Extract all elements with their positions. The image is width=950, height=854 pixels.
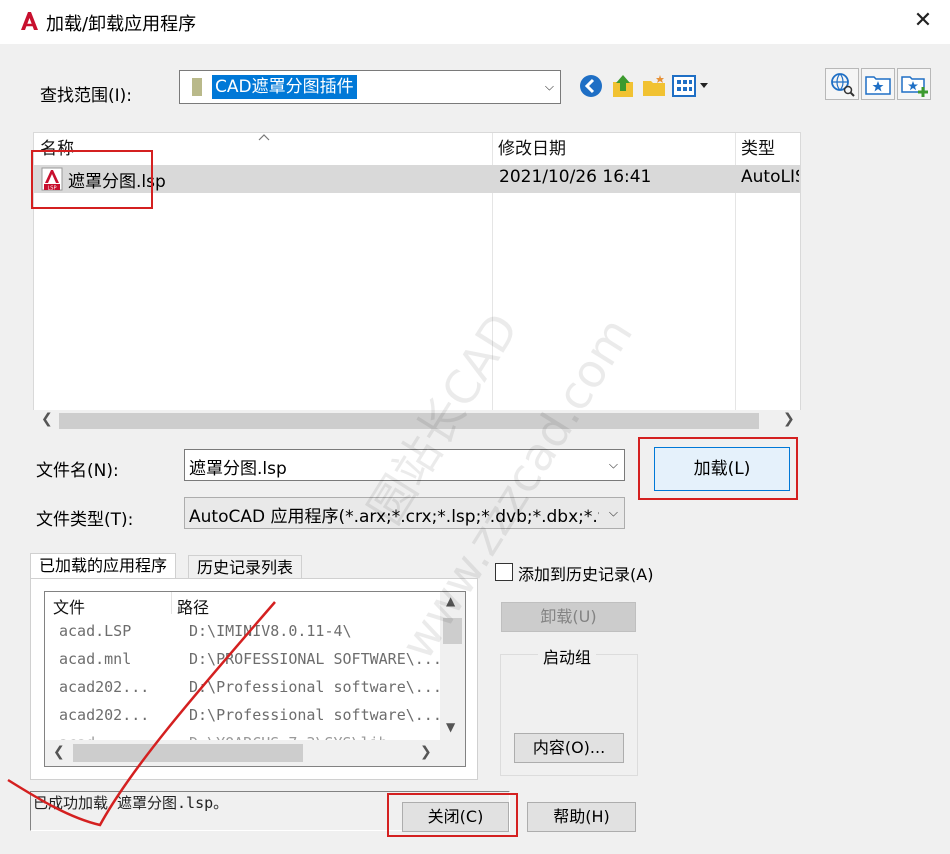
add-favorite-button[interactable]: [897, 68, 931, 100]
autocad-logo-icon: [21, 12, 38, 30]
lookin-combobox[interactable]: CAD遮罩分图插件 ⌵: [179, 70, 561, 104]
scroll-right-icon[interactable]: ❯: [420, 744, 432, 760]
filename-label: 文件名(N):: [36, 461, 119, 481]
annotation-box-file: [31, 150, 153, 209]
annotation-box-close: [387, 793, 518, 837]
sort-ascending-icon: [258, 134, 270, 141]
startup-group-label: 启动组: [538, 644, 597, 668]
web-search-button[interactable]: [825, 68, 859, 100]
close-icon[interactable]: ✕: [908, 6, 938, 36]
add-history-label[interactable]: 添加到历史记录(A): [518, 561, 653, 585]
file-modified: 2021/10/26 16:41: [499, 167, 652, 187]
scroll-left-icon[interactable]: ❮: [41, 411, 53, 427]
filename-value: 遮罩分图.lsp: [189, 459, 287, 479]
column-header-modified[interactable]: 修改日期: [492, 133, 735, 165]
tab-loaded-apps[interactable]: 已加载的应用程序: [30, 553, 177, 580]
title-bar[interactable]: 加载/卸载应用程序 ✕: [0, 0, 950, 44]
view-menu-icon[interactable]: [672, 74, 712, 98]
unload-button[interactable]: 卸载(U): [501, 602, 636, 632]
annotation-checkmark: [7, 601, 276, 827]
window-title: 加载/卸载应用程序: [46, 14, 197, 35]
back-icon[interactable]: [578, 73, 604, 99]
new-folder-icon[interactable]: [641, 73, 667, 99]
filetype-label: 文件类型(T):: [36, 510, 134, 530]
contents-button[interactable]: 内容(O)...: [514, 733, 624, 763]
help-button[interactable]: 帮助(H): [527, 802, 636, 832]
chevron-down-icon[interactable]: ⌵: [609, 458, 618, 473]
chevron-down-icon: ⌵: [608, 505, 618, 520]
add-to-favorites-icon: [901, 76, 928, 97]
folder-icon: [192, 78, 202, 96]
up-folder-icon[interactable]: [610, 72, 636, 100]
lookin-value: CAD遮罩分图插件: [212, 75, 357, 99]
lookin-label: 查找范围(I):: [40, 86, 133, 106]
chevron-down-icon: ⌵: [544, 79, 554, 94]
favorites-button[interactable]: [861, 68, 895, 100]
star-folder-icon: [865, 76, 891, 95]
column-header-type[interactable]: 类型: [735, 133, 801, 165]
scroll-down-icon[interactable]: ▼: [446, 720, 455, 734]
annotation-box-load: [638, 437, 798, 500]
file-type: AutoLIS: [741, 167, 799, 187]
scroll-right-icon[interactable]: ❯: [783, 411, 795, 427]
globe-search-icon: [831, 73, 855, 97]
